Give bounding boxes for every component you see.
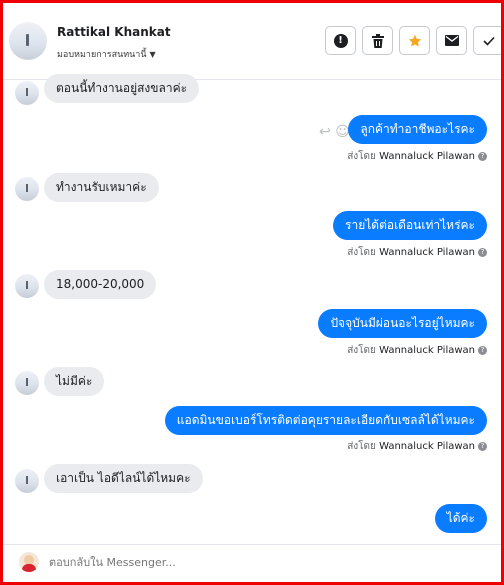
reply-composer <box>3 544 501 582</box>
mark-done-button[interactable] <box>473 26 501 55</box>
trash-icon <box>371 33 384 48</box>
reply-icon[interactable]: ↩ <box>319 124 331 140</box>
conversation-header: Rattikal Khankat มอบหมายการสนทนานี้ ▼ ! <box>3 3 501 80</box>
incoming-message[interactable]: เอาเป็น ไอดีไลน์ได้ไหมคะ <box>44 464 203 493</box>
envelope-icon <box>444 35 459 46</box>
sent-by-prefix: ส่งโดย <box>347 151 376 162</box>
outgoing-message[interactable]: รายได้ต่อเดือนเท่าไหร่คะ <box>333 211 487 240</box>
incoming-message[interactable]: ทำงานรับเหมาค่ะ <box>44 173 159 202</box>
incoming-message[interactable]: 18,000-20,000 <box>44 270 157 299</box>
sent-by-prefix: ส่งโดย <box>347 247 376 258</box>
contact-avatar-small <box>15 81 39 105</box>
contact-avatar-small <box>15 371 39 395</box>
sent-by-label: ส่งโดย Wannaluck Pilawan? <box>347 343 487 358</box>
contact-avatar-small <box>15 469 39 493</box>
help-icon[interactable]: ? <box>478 151 487 161</box>
conversation-panel: Rattikal Khankat มอบหมายการสนทนานี้▼ ! <box>0 0 504 585</box>
contact-avatar[interactable] <box>9 22 47 60</box>
sender-name: Wannaluck Pilawan <box>379 151 475 162</box>
star-button[interactable] <box>399 26 430 55</box>
message-thread[interactable]: ตอนนี้ทำงานอยู่สงขลาค่ะ ↩ ☺ ลูกค้าทำอาชี… <box>3 74 501 540</box>
contact-avatar-small <box>15 177 39 201</box>
sent-by-label: ส่งโดย Wannaluck Pilawan? <box>347 245 487 260</box>
outgoing-message[interactable]: ได้ค่ะ <box>434 504 487 533</box>
delete-button[interactable] <box>362 26 393 55</box>
sender-name: Wannaluck Pilawan <box>379 247 475 258</box>
star-icon <box>408 34 421 47</box>
sent-by-prefix: ส่งโดย <box>347 441 376 452</box>
help-icon[interactable]: ? <box>478 345 487 355</box>
check-icon <box>482 36 495 46</box>
agent-avatar <box>19 552 39 572</box>
incoming-message[interactable]: ไม่มีค่ะ <box>44 367 105 396</box>
assign-label: มอบหมายการสนทนานี้ <box>57 50 147 60</box>
sent-by-prefix: ส่งโดย <box>347 345 376 356</box>
report-button[interactable]: ! <box>325 26 356 55</box>
outgoing-message[interactable]: แอดมินขอเบอร์โทรติดต่อคุยรายละเอียดกับเซ… <box>164 406 487 435</box>
incoming-message[interactable]: ตอนนี้ทำงานอยู่สงขลาค่ะ <box>44 74 200 103</box>
assign-conversation-dropdown[interactable]: มอบหมายการสนทนานี้ ▼ <box>57 47 156 61</box>
contact-avatar-small <box>15 274 39 298</box>
help-icon[interactable]: ? <box>478 247 487 257</box>
outgoing-message[interactable]: ลูกค้าทำอาชีพอะไรคะ <box>348 115 487 144</box>
sent-by-label: ส่งโดย Wannaluck Pilawan? <box>347 149 487 164</box>
message-actions[interactable]: ↩ ☺ <box>319 124 350 140</box>
contact-name[interactable]: Rattikal Khankat <box>57 25 171 39</box>
sender-name: Wannaluck Pilawan <box>379 441 475 452</box>
alert-circle-icon: ! <box>333 33 348 48</box>
help-icon[interactable]: ? <box>478 441 487 451</box>
caret-down-icon: ▼ <box>149 50 156 59</box>
reply-input[interactable] <box>47 555 471 570</box>
mark-unread-button[interactable] <box>436 26 467 55</box>
sent-by-label: ส่งโดย Wannaluck Pilawan? <box>347 439 487 454</box>
sender-name: Wannaluck Pilawan <box>379 345 475 356</box>
outgoing-message[interactable]: ปัจจุบันมีผ่อนอะไรอยู่ไหมคะ <box>318 309 487 338</box>
